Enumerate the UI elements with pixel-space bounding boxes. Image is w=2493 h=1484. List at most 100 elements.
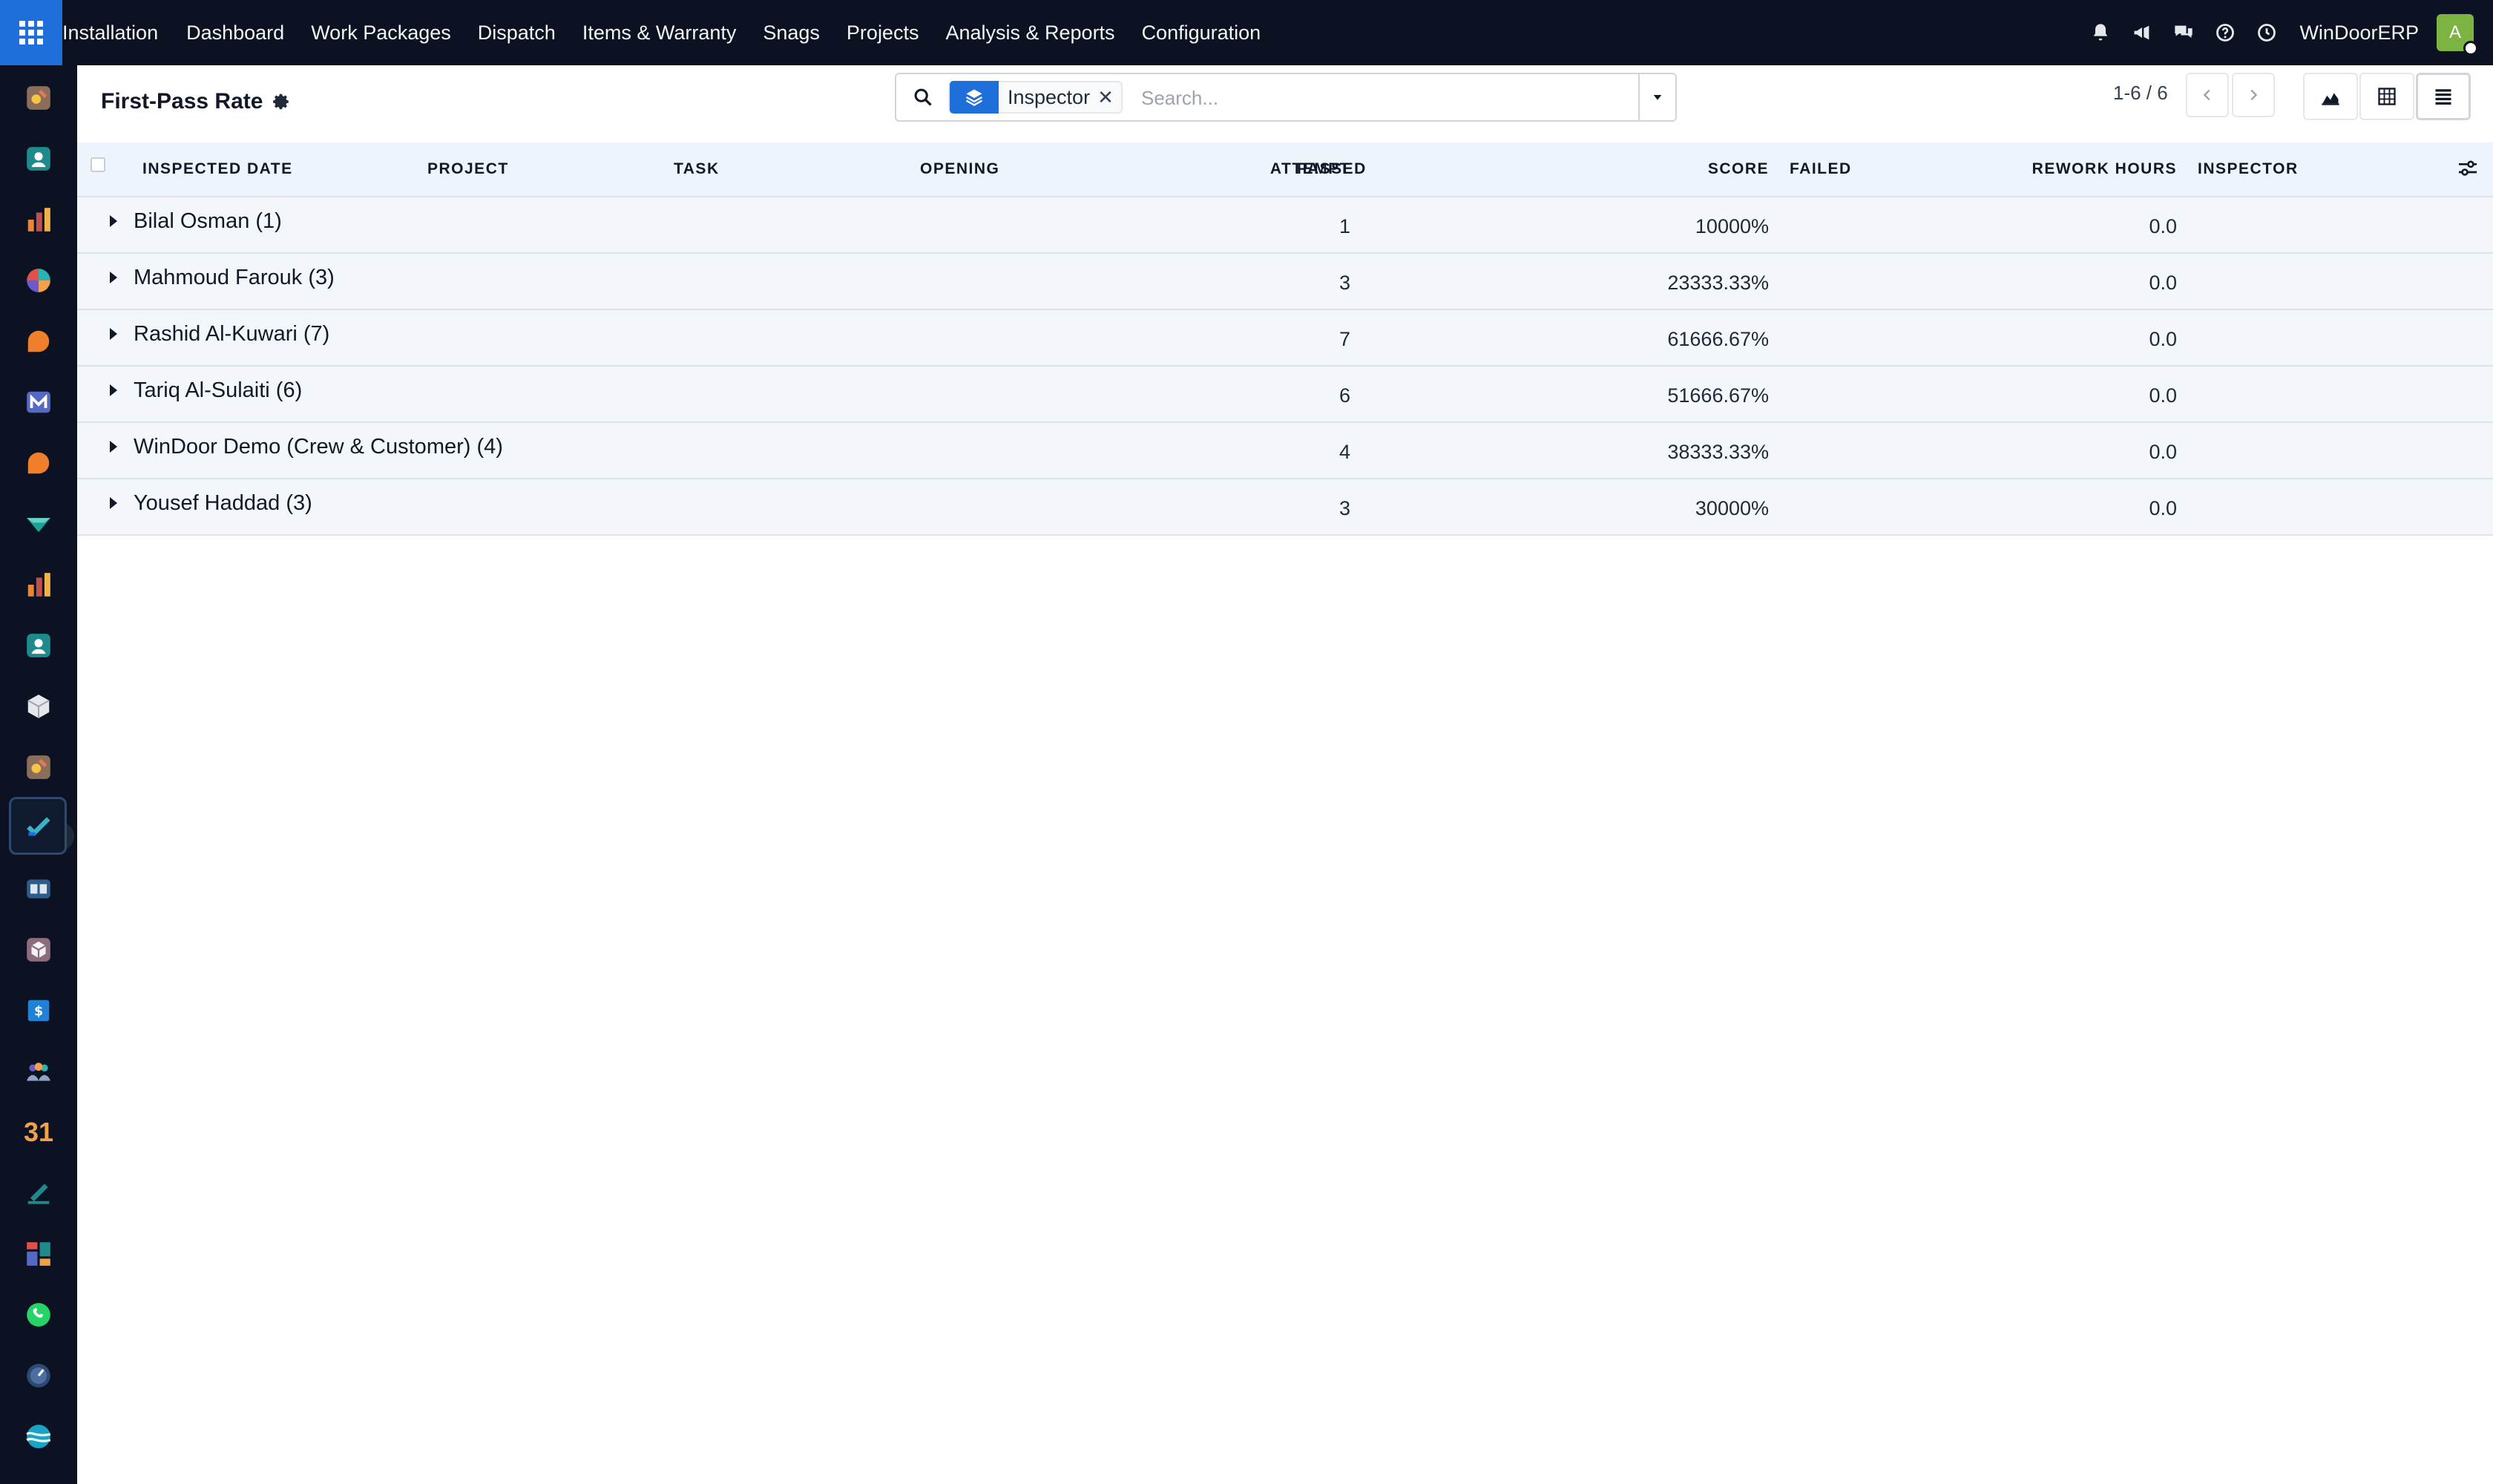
installation-icon[interactable] [16, 745, 61, 789]
score-value: 30000% [1695, 497, 1769, 519]
col-inspected-date[interactable]: INSPECTED DATE [142, 160, 293, 178]
rework-hours-value: 0.0 [2149, 215, 2177, 237]
page-title: First-Pass Rate [101, 89, 263, 114]
project-icon[interactable] [16, 502, 61, 546]
employees-icon[interactable] [16, 623, 61, 668]
graph-view-icon[interactable] [2303, 73, 2358, 120]
clock-icon[interactable] [2247, 13, 2286, 52]
caret-right-icon[interactable] [110, 497, 117, 509]
inventory-icon[interactable] [16, 684, 61, 729]
rework-hours-value: 0.0 [2149, 328, 2177, 350]
user-avatar[interactable]: A [2437, 14, 2478, 56]
calendar-day-text: 31 [23, 1117, 54, 1147]
facet-remove-icon[interactable]: ✕ [1097, 86, 1121, 109]
avatar-initial: A [2448, 22, 2461, 42]
group-label: Tariq Al-Sulaiti (6) [134, 378, 303, 402]
attempt-value: 3 [1339, 497, 1350, 519]
score-value: 38333.33% [1667, 441, 1769, 463]
manufacturing-icon[interactable] [16, 928, 61, 972]
search-icon[interactable] [913, 87, 933, 111]
help-icon[interactable] [2206, 13, 2244, 52]
group-label: Rashid Al-Kuwari (7) [134, 322, 330, 346]
livechat-icon[interactable] [16, 441, 61, 485]
mail-icon[interactable] [16, 380, 61, 424]
invoicing-icon[interactable]: $ [16, 988, 61, 1033]
menu-dashboard[interactable]: Dashboard [186, 22, 284, 45]
chat-icon[interactable] [16, 319, 61, 364]
sign-icon[interactable] [16, 1171, 61, 1215]
megaphone-icon[interactable] [2123, 13, 2161, 52]
col-project[interactable]: PROJECT [427, 160, 509, 178]
caret-right-icon[interactable] [110, 384, 117, 396]
knowledge-icon[interactable] [16, 867, 61, 911]
select-all-checkbox[interactable] [91, 157, 105, 172]
attempt-value: 4 [1339, 441, 1350, 463]
menu-work-packages[interactable]: Work Packages [311, 22, 451, 45]
sales-reporting-icon[interactable] [16, 562, 61, 607]
top-navbar: Installation Dashboard Work Packages Dis… [0, 0, 2493, 65]
attempt-value: 6 [1339, 384, 1350, 407]
company-switcher[interactable]: WinDoorERP [2299, 22, 2419, 45]
group-row[interactable]: Yousef Haddad (3) 3 30000% 0.0 [77, 479, 2493, 536]
facet-label: Inspector [1008, 85, 1091, 108]
col-failed[interactable]: FAILED [1790, 160, 1852, 178]
menu-projects[interactable]: Projects [847, 22, 919, 45]
group-label: Mahmoud Farouk (3) [134, 266, 335, 289]
time-off-icon[interactable] [16, 1353, 61, 1398]
rework-hours-value: 0.0 [2149, 441, 2177, 463]
search-input[interactable] [1141, 82, 1609, 114]
search-options-toggle[interactable] [1638, 74, 1675, 120]
col-opening[interactable]: OPENING [920, 160, 999, 178]
group-row[interactable]: Bilal Osman (1) 1 10000% 0.0 [77, 197, 2493, 254]
list-view-icon[interactable] [2416, 73, 2471, 120]
score-value: 23333.33% [1667, 272, 1769, 294]
contacts-icon[interactable] [16, 137, 61, 181]
quality-check-icon[interactable] [9, 797, 67, 855]
menu-snags[interactable]: Snags [763, 22, 820, 45]
gear-icon[interactable] [272, 92, 291, 111]
app-sidebar: $ 31 [0, 65, 77, 1484]
list-table: INSPECTED DATE PROJECT TASK OPENING ATTE… [77, 142, 2493, 536]
caret-right-icon[interactable] [110, 441, 117, 453]
discuss-icon[interactable] [16, 76, 61, 120]
group-row[interactable]: Mahmoud Farouk (3) 3 23333.33% 0.0 [77, 254, 2493, 310]
optional-columns-icon[interactable] [2456, 157, 2480, 185]
attempt-value: 1 [1339, 215, 1350, 237]
menu-items-warranty[interactable]: Items & Warranty [582, 22, 737, 45]
group-row[interactable]: Tariq Al-Sulaiti (6) 6 51666.67% 0.0 [77, 367, 2493, 423]
col-score[interactable]: SCORE [1708, 160, 1769, 178]
bell-icon[interactable] [2081, 13, 2120, 52]
pager-value[interactable]: 1-6 / 6 [2113, 82, 2168, 105]
team-icon[interactable] [16, 1049, 61, 1094]
col-passed[interactable]: PASSED [1297, 160, 1367, 178]
chat-bubbles-icon[interactable] [2164, 13, 2203, 52]
col-rework-hours[interactable]: REWORK HOURS [2032, 160, 2177, 178]
menu-configuration[interactable]: Configuration [1142, 22, 1261, 45]
menu-app-name[interactable]: Installation [62, 22, 158, 45]
menu-dispatch[interactable]: Dispatch [478, 22, 556, 45]
app-menu-icon[interactable] [0, 0, 62, 65]
group-row[interactable]: WinDoor Demo (Crew & Customer) (4) 4 383… [77, 423, 2493, 479]
attempt-value: 7 [1339, 328, 1350, 350]
group-label: Bilal Osman (1) [134, 209, 282, 233]
caret-right-icon[interactable] [110, 272, 117, 283]
caret-right-icon[interactable] [110, 215, 117, 227]
reporting-icon[interactable] [16, 197, 61, 242]
calendar-icon[interactable]: 31 [16, 1110, 61, 1155]
dashboards-icon[interactable] [16, 1232, 61, 1276]
crm-icon[interactable] [16, 258, 61, 303]
col-inspector[interactable]: INSPECTOR [2198, 160, 2299, 178]
layers-icon [950, 81, 999, 114]
breadcrumb: First-Pass Rate [101, 89, 291, 114]
caret-right-icon[interactable] [110, 328, 117, 340]
pager-next-icon[interactable] [2232, 73, 2275, 117]
col-task[interactable]: TASK [674, 160, 720, 178]
website-icon[interactable] [16, 1414, 61, 1459]
group-row[interactable]: Rashid Al-Kuwari (7) 7 61666.67% 0.0 [77, 310, 2493, 367]
whatsapp-icon[interactable] [16, 1293, 61, 1337]
pivot-view-icon[interactable] [2359, 73, 2414, 120]
pager-previous-icon[interactable] [2186, 73, 2229, 117]
score-value: 10000% [1695, 215, 1769, 237]
menu-analysis-reports[interactable]: Analysis & Reports [945, 22, 1114, 45]
main-menu: Installation Dashboard Work Packages Dis… [62, 0, 1287, 65]
